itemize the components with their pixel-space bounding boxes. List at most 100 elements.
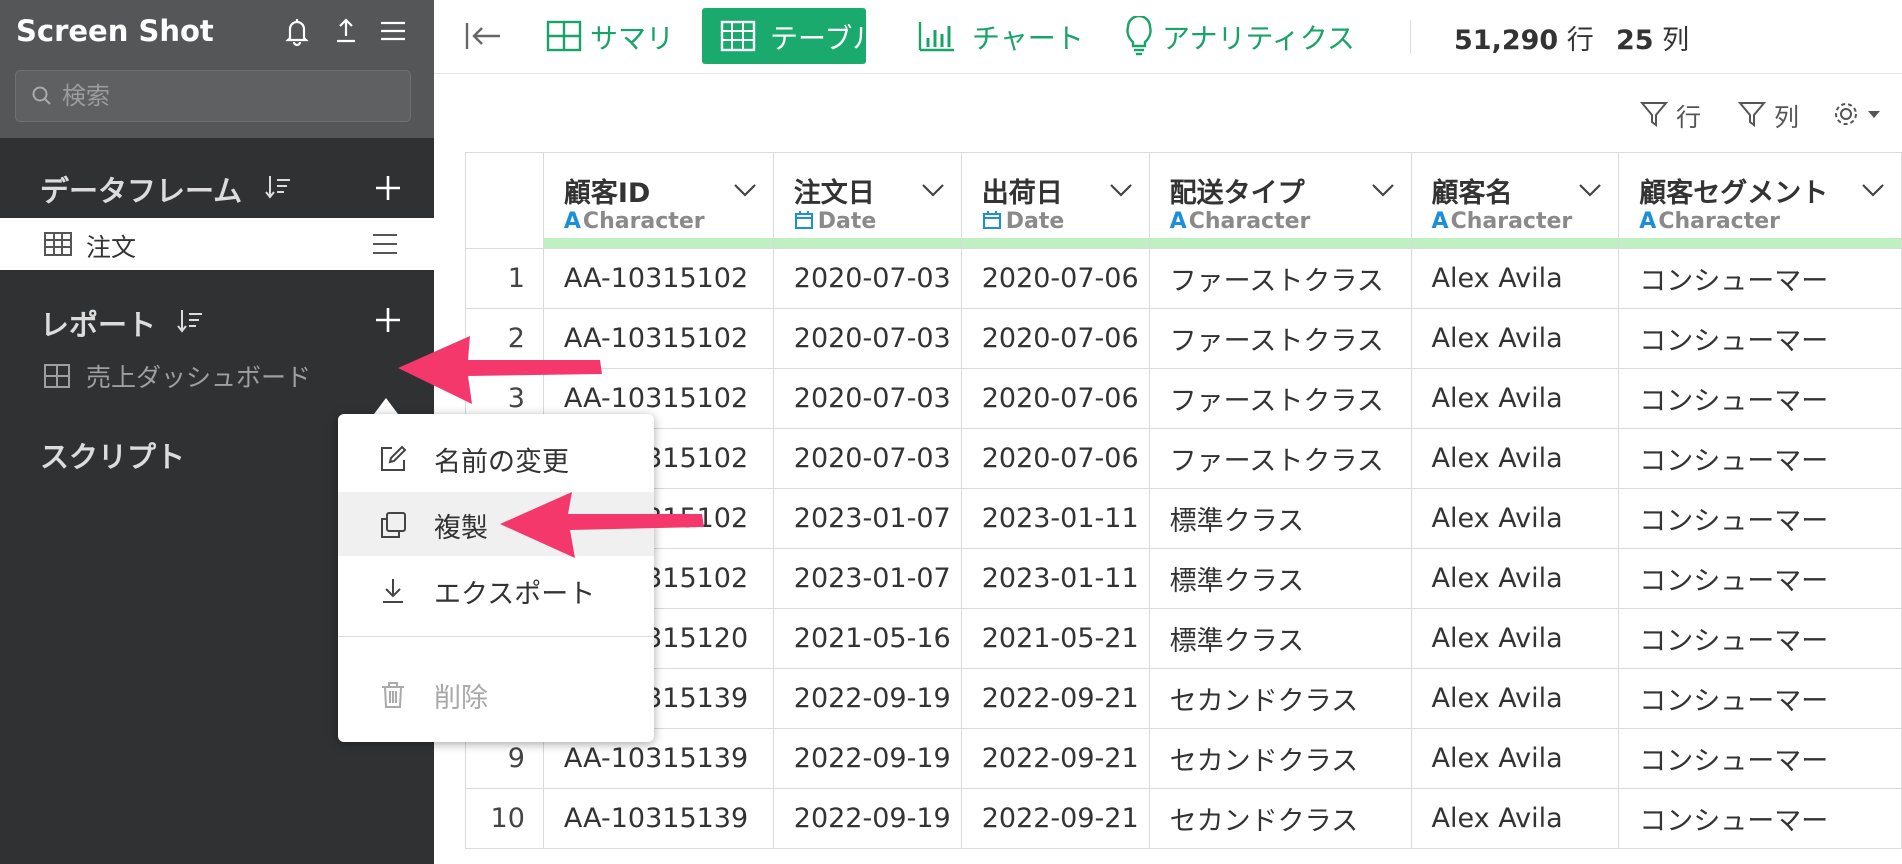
- table-cell[interactable]: Alex Avila: [1410, 248, 1620, 309]
- table-cell[interactable]: 2020-07-03: [772, 368, 962, 429]
- tab-summary[interactable]: サマリ: [536, 8, 674, 64]
- table-cell[interactable]: ファーストクラス: [1148, 428, 1412, 489]
- table-cell[interactable]: 2020-07-03: [772, 248, 962, 309]
- tab-chart[interactable]: チャート: [918, 8, 1084, 64]
- table-cell[interactable]: 2022-09-21: [960, 728, 1150, 789]
- chevron-down-icon[interactable]: [1578, 183, 1602, 197]
- table-cell[interactable]: コンシューマー: [1618, 668, 1902, 729]
- table-cell[interactable]: Alex Avila: [1410, 728, 1620, 789]
- table-cell[interactable]: ファーストクラス: [1148, 308, 1412, 369]
- table-row[interactable]: 3 AA-10315102 2020-07-03 2020-07-06 ファーストクラス…: [465, 368, 1902, 429]
- table-cell[interactable]: 2020-07-06: [960, 308, 1150, 369]
- table-cell[interactable]: 2021-05-16: [772, 608, 962, 669]
- column-header[interactable]: 配送タイプ ACharacter: [1148, 152, 1412, 249]
- search-input[interactable]: [62, 79, 392, 113]
- table-cell[interactable]: 2022-09-19: [772, 668, 962, 729]
- table-cell[interactable]: セカンドクラス: [1148, 728, 1412, 789]
- collapse-sidebar-icon[interactable]: [464, 20, 502, 52]
- menu-item-duplicate[interactable]: 複製: [338, 492, 654, 556]
- table-cell[interactable]: Alex Avila: [1410, 368, 1620, 429]
- table-cell[interactable]: 2020-07-06: [960, 368, 1150, 429]
- table-cell[interactable]: AA-10315139: [542, 788, 774, 849]
- table-cell[interactable]: 標準クラス: [1148, 548, 1412, 609]
- table-cell[interactable]: Alex Avila: [1410, 308, 1620, 369]
- table-cell[interactable]: 2020-07-06: [960, 248, 1150, 309]
- table-row[interactable]: 5AA-103151022023-01-072023-01-11標準クラスAle…: [465, 488, 1902, 549]
- table-cell[interactable]: Alex Avila: [1410, 428, 1620, 489]
- table-row[interactable]: 10 AA-10315139 2022-09-19 2022-09-21 セカンドクラス…: [465, 788, 1902, 849]
- add-dataframe-icon[interactable]: [372, 172, 404, 204]
- bell-icon[interactable]: [280, 14, 314, 48]
- table-cell[interactable]: 2023-01-07: [772, 548, 962, 609]
- upload-icon[interactable]: [329, 14, 363, 48]
- table-cell[interactable]: コンシューマー: [1618, 548, 1902, 609]
- menu-item-rename[interactable]: 名前の変更: [338, 426, 654, 490]
- chevron-down-icon[interactable]: [1371, 183, 1395, 197]
- table-cell[interactable]: Alex Avila: [1410, 548, 1620, 609]
- chevron-down-icon[interactable]: [733, 183, 757, 197]
- table-row[interactable]: 8AA-103151392022-09-192022-09-21セカンドクラスA…: [465, 668, 1902, 729]
- chevron-down-icon[interactable]: [1861, 183, 1885, 197]
- table-cell[interactable]: Alex Avila: [1410, 608, 1620, 669]
- table-cell[interactable]: 2020-07-03: [772, 308, 962, 369]
- settings-gear-icon[interactable]: [1830, 98, 1886, 130]
- row-filter-button[interactable]: 行: [1640, 98, 1720, 132]
- table-cell[interactable]: AA-10315102: [542, 308, 774, 369]
- table-cell[interactable]: コンシューマー: [1618, 728, 1902, 789]
- table-cell[interactable]: 2023-01-07: [772, 488, 962, 549]
- sort-icon[interactable]: [176, 306, 206, 336]
- table-cell[interactable]: セカンドクラス: [1148, 668, 1412, 729]
- table-cell[interactable]: コンシューマー: [1618, 368, 1902, 429]
- table-cell[interactable]: Alex Avila: [1410, 668, 1620, 729]
- table-cell[interactable]: コンシューマー: [1618, 428, 1902, 489]
- search-box[interactable]: [15, 70, 411, 122]
- table-row[interactable]: 7AA-103151202021-05-162021-05-21標準クラスAle…: [465, 608, 1902, 669]
- column-header[interactable]: 顧客ID ACharacter: [542, 152, 774, 249]
- table-cell[interactable]: コンシューマー: [1618, 608, 1902, 669]
- chevron-down-icon[interactable]: [1109, 183, 1133, 197]
- sidebar-item-dataframe[interactable]: 注文: [0, 218, 434, 270]
- table-row[interactable]: 6AA-103151022023-01-072023-01-11標準クラスAle…: [465, 548, 1902, 609]
- table-cell[interactable]: セカンドクラス: [1148, 788, 1412, 849]
- table-cell[interactable]: 2022-09-21: [960, 788, 1150, 849]
- table-cell[interactable]: コンシューマー: [1618, 308, 1902, 369]
- table-cell[interactable]: 2022-09-19: [772, 788, 962, 849]
- table-row[interactable]: 9 AA-10315139 2022-09-19 2022-09-21 セカンドクラス A…: [465, 728, 1902, 789]
- table-cell[interactable]: 標準クラス: [1148, 608, 1412, 669]
- table-cell[interactable]: 2021-05-21: [960, 608, 1150, 669]
- column-filter-button[interactable]: 列: [1738, 98, 1818, 132]
- row-number: 1: [465, 248, 544, 309]
- table-cell[interactable]: コンシューマー: [1618, 488, 1902, 549]
- menu-item-delete[interactable]: 削除: [338, 662, 654, 726]
- table-cell[interactable]: コンシューマー: [1618, 788, 1902, 849]
- item-menu-icon[interactable]: [370, 230, 400, 258]
- table-row[interactable]: 2 AA-10315102 2020-07-03 2020-07-06 ファーストクラス…: [465, 308, 1902, 369]
- table-cell[interactable]: ファーストクラス: [1148, 368, 1412, 429]
- table-cell[interactable]: 標準クラス: [1148, 488, 1412, 549]
- chevron-down-icon[interactable]: [921, 183, 945, 197]
- table-cell[interactable]: 2020-07-03: [772, 428, 962, 489]
- table-row[interactable]: 1 AA-10315102 2020-07-03 2020-07-06 ファーストクラス…: [465, 248, 1902, 309]
- table-cell[interactable]: Alex Avila: [1410, 788, 1620, 849]
- table-cell[interactable]: ファーストクラス: [1148, 248, 1412, 309]
- table-cell[interactable]: 2020-07-06: [960, 428, 1150, 489]
- menu-item-export[interactable]: エクスポート: [338, 558, 654, 622]
- column-header[interactable]: 出荷日 Date: [960, 152, 1150, 249]
- tab-analytics[interactable]: アナリティクス: [1124, 8, 1374, 64]
- table-cell[interactable]: 2022-09-19: [772, 728, 962, 789]
- menu-icon[interactable]: [376, 14, 410, 48]
- table-row[interactable]: 4AA-103151022020-07-032020-07-06ファーストクラス…: [465, 428, 1902, 489]
- table-cell[interactable]: Alex Avila: [1410, 488, 1620, 549]
- column-header[interactable]: 注文日 Date: [772, 152, 962, 249]
- table-cell[interactable]: 2022-09-21: [960, 668, 1150, 729]
- column-header[interactable]: 顧客セグメント ACharacter: [1618, 152, 1902, 249]
- table-cell[interactable]: 2023-01-11: [960, 488, 1150, 549]
- table-cell[interactable]: AA-10315102: [542, 248, 774, 309]
- column-header[interactable]: 顧客名 ACharacter: [1410, 152, 1620, 249]
- tab-table[interactable]: テーブル: [702, 8, 880, 64]
- sidebar-item-report[interactable]: 売上ダッシュボード: [0, 354, 434, 398]
- table-cell[interactable]: コンシューマー: [1618, 248, 1902, 309]
- add-report-icon[interactable]: [372, 304, 404, 336]
- table-cell[interactable]: 2023-01-11: [960, 548, 1150, 609]
- sort-icon[interactable]: [264, 172, 294, 202]
